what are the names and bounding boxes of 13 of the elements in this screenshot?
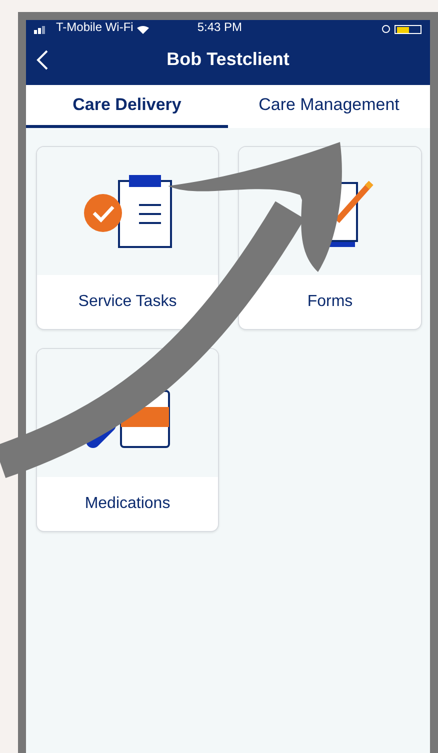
- header-title: Bob Testclient: [166, 49, 290, 70]
- time-text: 5:43 PM: [197, 20, 242, 34]
- card-label: Service Tasks: [77, 292, 178, 312]
- card-label: Forms: [306, 292, 354, 312]
- clipboard-check-icon: [82, 173, 172, 249]
- back-chevron-icon: [36, 50, 48, 70]
- back-button[interactable]: [34, 48, 50, 72]
- menu-card[interactable]: Service Tasks: [36, 146, 219, 330]
- battery-icon: [382, 25, 422, 34]
- carrier-text: T-Mobile Wi-Fi: [56, 20, 134, 34]
- signal-icon: [34, 26, 48, 34]
- card-label: Medications: [84, 494, 172, 514]
- wifi-icon: [137, 26, 150, 34]
